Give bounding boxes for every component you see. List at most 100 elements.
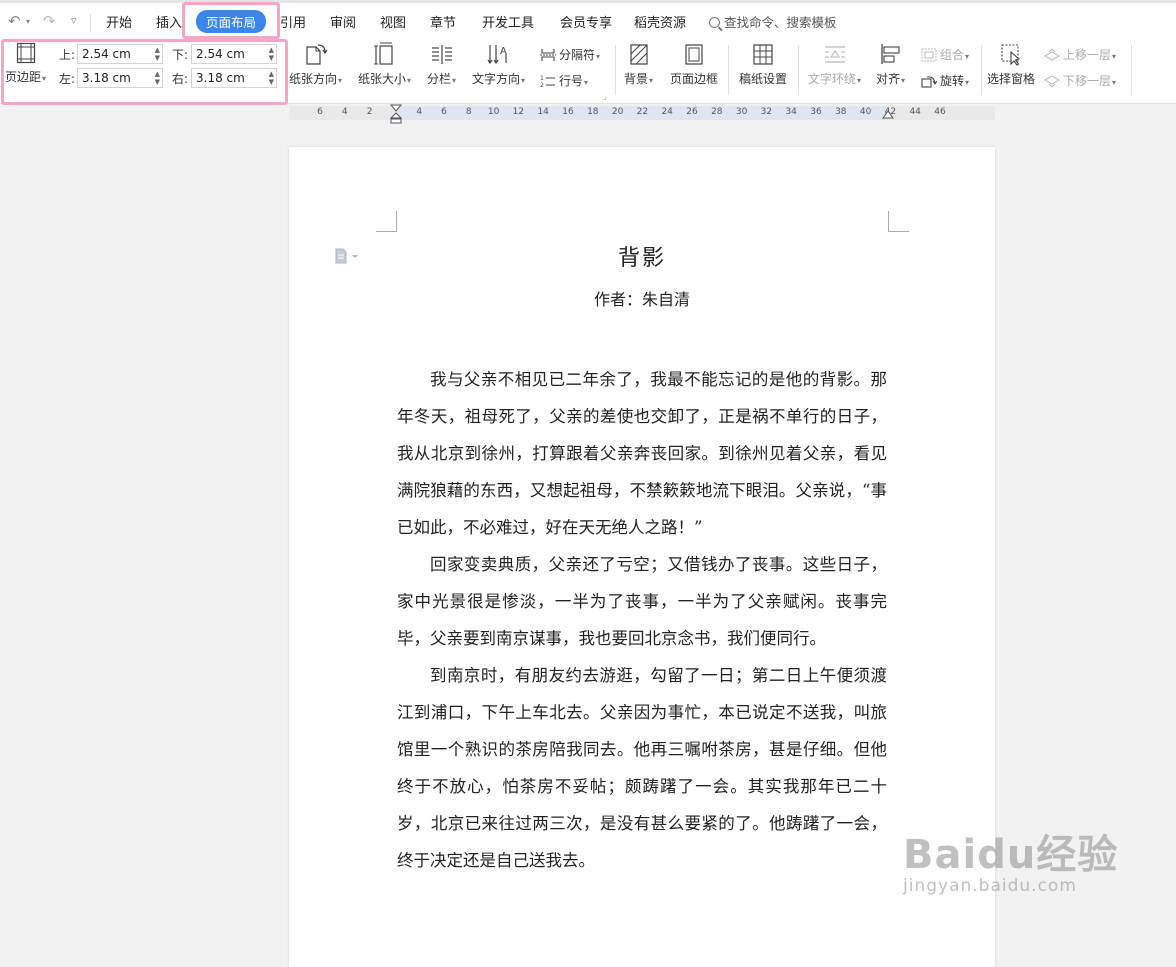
chevron-down-icon: ▾ bbox=[1112, 78, 1117, 87]
divider bbox=[1131, 45, 1132, 95]
bottom-margin-label: 下: bbox=[172, 48, 189, 62]
paper-size-button[interactable]: 纸张大小▾ bbox=[358, 42, 411, 87]
tab-page-layout[interactable]: 页面布局 bbox=[196, 10, 267, 33]
ruler-number: 36 bbox=[810, 107, 822, 117]
rotate-button[interactable]: 旋转▾ bbox=[921, 72, 969, 89]
breaks-button[interactable]: 分隔符▾ bbox=[540, 46, 600, 63]
search-icon bbox=[709, 17, 720, 28]
ruler-number: 6 bbox=[441, 107, 447, 117]
paragraph[interactable]: 到南京时，有朋友约去游逛，勾留了一日；第二日上午便须渡江到浦口，下午上车北去。父… bbox=[397, 657, 887, 879]
spinner-arrows-icon[interactable]: ▲ ▼ bbox=[269, 46, 274, 62]
line-numbers-label: 行号 bbox=[559, 74, 584, 88]
columns-label: 分栏 bbox=[427, 72, 452, 86]
background-label: 背景 bbox=[624, 72, 649, 86]
ruler-number: 12 bbox=[512, 107, 525, 117]
tab-developer[interactable]: 开发工具 bbox=[482, 12, 534, 31]
align-icon bbox=[880, 44, 900, 64]
document-page[interactable]: 背影 作者：朱自清 我与父亲不相见已二年余了，我最不能忘记的是他的背影。那年冬天… bbox=[289, 147, 995, 967]
ruler-number: 4 bbox=[341, 107, 348, 117]
right-margin-value: 3.18 cm bbox=[196, 71, 245, 85]
right-indent-marker-icon[interactable] bbox=[882, 110, 894, 122]
text-direction-button[interactable]: A 文字方向▾ bbox=[472, 42, 525, 87]
spinner-arrows-icon[interactable]: ▲ ▼ bbox=[155, 46, 160, 62]
svg-text:1: 1 bbox=[540, 75, 544, 82]
chevron-down-icon: ▾ bbox=[965, 52, 970, 61]
rotate-icon bbox=[921, 76, 938, 88]
tab-home[interactable]: 开始 bbox=[106, 12, 132, 31]
tab-review[interactable]: 审阅 bbox=[330, 12, 356, 31]
indent-marker-icon[interactable] bbox=[389, 104, 403, 124]
top-margin-input[interactable]: 2.54 cm ▲ ▼ bbox=[77, 44, 163, 64]
document-title[interactable]: 背影 bbox=[289, 240, 995, 272]
chevron-down-icon: ▾ bbox=[521, 76, 526, 85]
selection-pane-label: 选择窗格 bbox=[987, 72, 1036, 86]
bring-forward-button[interactable]: 上移一层▾ bbox=[1043, 46, 1116, 63]
document-author[interactable]: 作者：朱自清 bbox=[289, 286, 995, 310]
divider bbox=[615, 45, 616, 95]
tab-view[interactable]: 视图 bbox=[380, 12, 406, 31]
tab-insert[interactable]: 插入 bbox=[156, 12, 182, 31]
ruler-number: 14 bbox=[537, 107, 549, 117]
text-direction-icon: A bbox=[487, 45, 507, 65]
menu-bar: ↶ ▾ ↷ ▿ 开始 插入 页面布局 引用 审阅 视图 章节 开发工具 会员专享… bbox=[0, 3, 1176, 39]
orientation-button[interactable]: 纸张方向▾ bbox=[289, 42, 342, 87]
bring-forward-label: 上移一层 bbox=[1063, 48, 1112, 62]
tab-docer-resources[interactable]: 稻壳资源 bbox=[634, 12, 686, 31]
undo-icon[interactable]: ↶ bbox=[8, 12, 21, 30]
send-backward-button[interactable]: 下移一层▾ bbox=[1043, 72, 1117, 89]
tab-member[interactable]: 会员专享 bbox=[560, 12, 612, 31]
columns-button[interactable]: 分栏▾ bbox=[427, 42, 456, 87]
line-numbers-icon: 1 2 bbox=[540, 75, 555, 89]
text-wrap-icon bbox=[824, 46, 845, 63]
ruler-number: 2 bbox=[366, 107, 373, 117]
document-body[interactable]: 我与父亲不相见已二年余了，我最不能忘记的是他的背影。那年冬天，祖母死了，父亲的差… bbox=[397, 361, 887, 879]
crop-mark-top-right bbox=[888, 211, 909, 232]
chevron-down-icon: ▾ bbox=[857, 76, 862, 85]
undo-dropdown-icon[interactable]: ▾ bbox=[26, 17, 30, 26]
ruler-number: 10 bbox=[487, 107, 500, 117]
margins-button[interactable]: 页边距▾ bbox=[5, 42, 46, 85]
divider bbox=[90, 14, 91, 32]
selection-pane-button[interactable]: 选择窗格 bbox=[987, 42, 1035, 87]
background-button[interactable]: 背景▾ bbox=[624, 42, 653, 87]
customize-toolbar-icon[interactable]: ▿ bbox=[71, 14, 77, 27]
command-search-placeholder: 查找命令、搜索模板 bbox=[724, 15, 837, 30]
paper-size-icon bbox=[373, 42, 393, 65]
spinner-arrows-icon[interactable]: ▲ ▼ bbox=[155, 70, 160, 86]
tab-references[interactable]: 引用 bbox=[280, 12, 306, 31]
ruler-number: 30 bbox=[735, 107, 748, 117]
ruler-number: 38 bbox=[835, 107, 847, 117]
command-search[interactable]: 查找命令、搜索模板 bbox=[709, 12, 837, 31]
manuscript-grid-icon bbox=[753, 44, 773, 65]
group-icon bbox=[921, 48, 937, 62]
group-button[interactable]: 组合▾ bbox=[921, 46, 969, 63]
send-backward-label: 下移一层 bbox=[1063, 74, 1112, 88]
ruler-number: 32 bbox=[760, 107, 773, 117]
text-wrap-label: 文字环绕 bbox=[808, 72, 857, 86]
tab-chapter[interactable]: 章节 bbox=[430, 12, 456, 31]
chevron-down-icon: ▾ bbox=[584, 78, 589, 87]
page-setup-dialog-launcher-icon[interactable]: ⌟ bbox=[603, 92, 607, 101]
chevron-down-icon: ▾ bbox=[965, 78, 970, 87]
redo-icon[interactable]: ↷ bbox=[43, 12, 56, 30]
baidu-jingyan-watermark: Baidu经验 jingyan.baidu.com bbox=[903, 822, 1118, 896]
left-margin-input[interactable]: 3.18 cm ▲ ▼ bbox=[77, 68, 163, 88]
ruler-number: 28 bbox=[711, 107, 723, 117]
paragraph[interactable]: 我与父亲不相见已二年余了，我最不能忘记的是他的背影。那年冬天，祖母死了，父亲的差… bbox=[397, 361, 887, 546]
bottom-margin-input[interactable]: 2.54 cm ▲ ▼ bbox=[191, 44, 277, 64]
spinner-arrows-icon[interactable]: ▲ ▼ bbox=[269, 70, 274, 86]
manuscript-settings-button[interactable]: 稿纸设置 bbox=[739, 42, 787, 87]
group-label: 组合 bbox=[940, 48, 965, 62]
text-wrap-button[interactable]: 文字环绕▾ bbox=[808, 42, 861, 87]
horizontal-ruler[interactable]: 6 4 2 4 6 8 10 12 14 16 18 20 22 24 26 28 30 32 34 36 38 40 42… bbox=[290, 104, 995, 124]
paragraph[interactable]: 回家变卖典质，父亲还了亏空；又借钱办了丧事。这些日子，家中光景很是惨淡，一半为了… bbox=[397, 546, 887, 657]
watermark-brand: Baidu经验 bbox=[903, 832, 1119, 878]
chevron-down-icon: ▾ bbox=[596, 52, 601, 61]
bring-forward-icon bbox=[1043, 48, 1061, 61]
chevron-down-icon: ▾ bbox=[901, 76, 906, 85]
right-margin-label: 右: bbox=[172, 72, 189, 86]
line-numbers-button[interactable]: 1 2 行号▾ bbox=[540, 72, 588, 89]
right-margin-input[interactable]: 3.18 cm ▲ ▼ bbox=[191, 68, 277, 88]
page-border-button[interactable]: 页面边框 bbox=[670, 42, 718, 87]
align-button[interactable]: 对齐▾ bbox=[876, 42, 905, 87]
